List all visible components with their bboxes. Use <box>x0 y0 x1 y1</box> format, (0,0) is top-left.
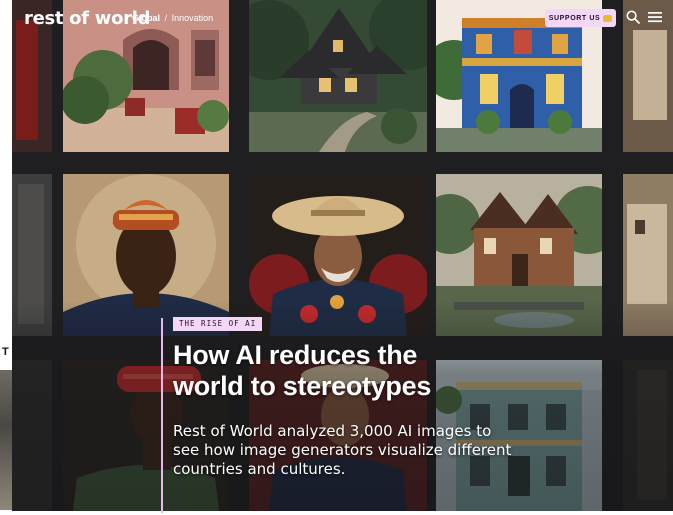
story-dek: Rest of World analyzed 3,000 AI images t… <box>173 422 512 478</box>
breadcrumb: / Global / Innovation <box>123 13 213 23</box>
underlying-page-glyph: T <box>2 346 9 358</box>
breadcrumb-subsection[interactable]: Innovation <box>172 13 214 23</box>
story-kicker[interactable]: THE RISE OF AI <box>173 317 263 331</box>
search-button[interactable] <box>625 9 641 25</box>
underlying-page-edge: T <box>0 0 12 515</box>
coin-icon <box>603 14 613 22</box>
story-headline-line-1: How AI reduces the <box>173 340 418 370</box>
hero-scrim <box>12 300 673 511</box>
story-headline[interactable]: How AI reduces the world to stereotypes <box>173 340 473 402</box>
menu-button[interactable] <box>647 9 663 25</box>
breadcrumb-separator: / <box>125 13 128 23</box>
tile-victorian-house-image <box>249 0 427 152</box>
story-headline-line-2: world to stereotypes <box>173 371 432 401</box>
search-icon <box>626 10 640 24</box>
story-accent-rule <box>161 318 163 513</box>
page: T rest of world / Global / Innovation SU… <box>0 0 673 515</box>
underlying-page-photo <box>0 370 12 510</box>
support-us-label: SUPPORT US <box>548 14 601 22</box>
breadcrumb-section[interactable]: Global <box>132 13 160 23</box>
hamburger-menu-icon <box>648 12 662 23</box>
support-us-button[interactable]: SUPPORT US <box>545 9 616 27</box>
breadcrumb-separator: / <box>164 13 168 23</box>
